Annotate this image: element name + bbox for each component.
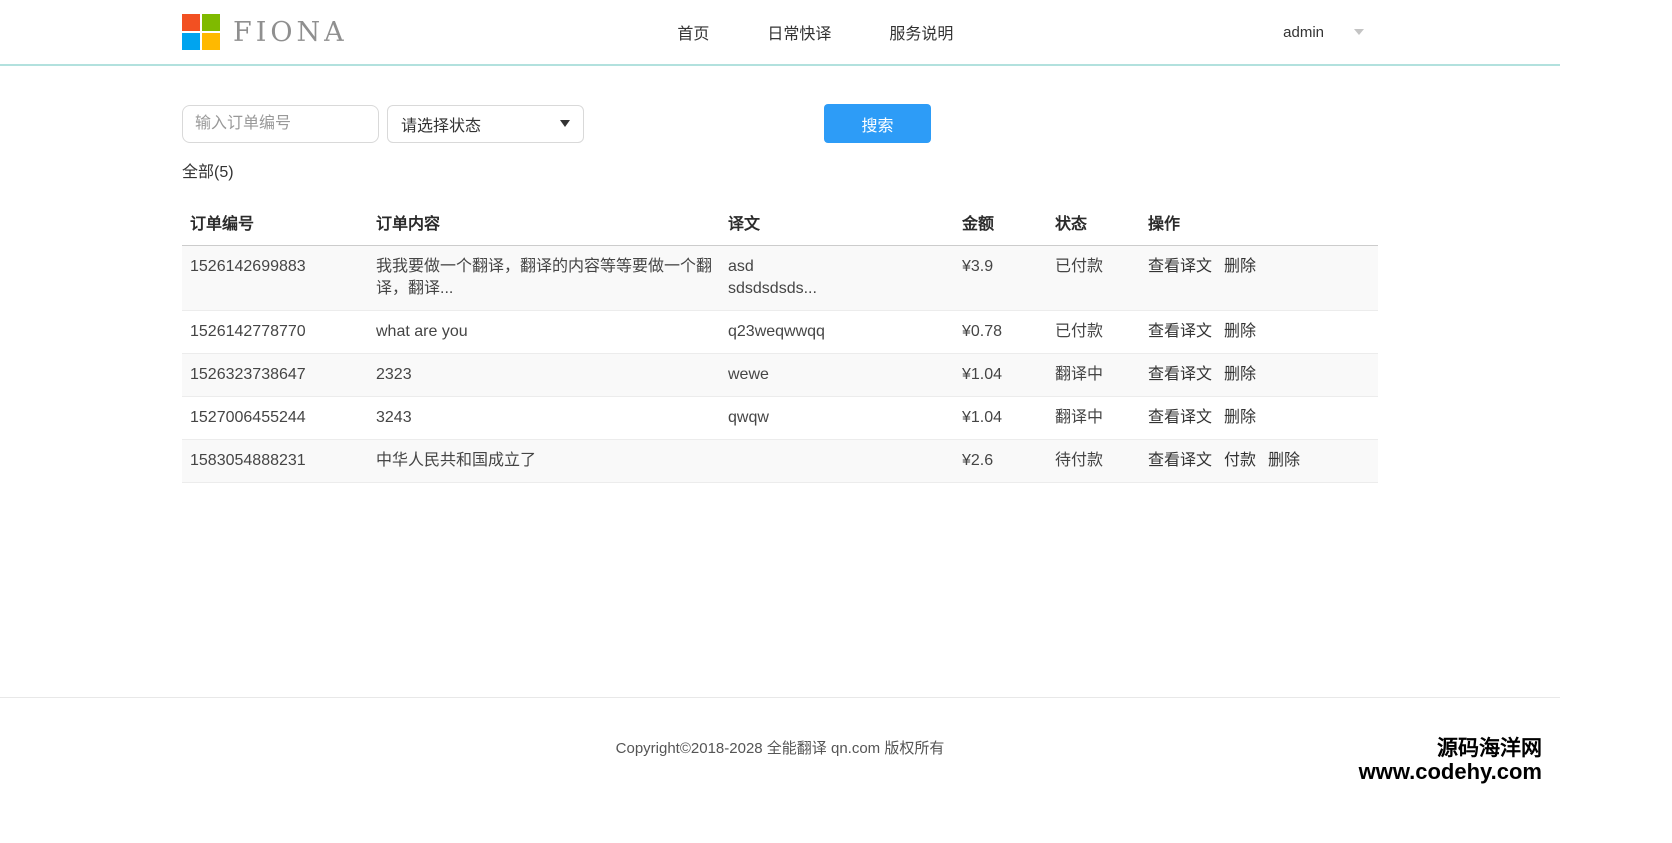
cell-order-content: 中华人民共和国成立了 [368, 440, 720, 483]
user-dropdown[interactable]: admin [1283, 24, 1378, 41]
nav-item-daily-translation[interactable]: 日常快译 [767, 20, 831, 44]
username-label: admin [1283, 24, 1324, 41]
cell-order-content: 3243 [368, 397, 720, 440]
search-button[interactable]: 搜索 [824, 104, 931, 143]
order-table: 订单编号 订单内容 译文 金额 状态 操作 1526142699883 我我要做… [182, 204, 1378, 483]
cell-order-no: 1527006455244 [182, 397, 368, 440]
table-row: 1526323738647 2323 wewe ¥1.04 翻译中 查看译文删除 [182, 354, 1378, 397]
order-action-view-translation[interactable]: 查看译文 [1148, 452, 1212, 469]
cell-status: 已付款 [1047, 311, 1140, 354]
cell-order-content: 我我要做一个翻译，翻译的内容等等要做一个翻译，翻译... [368, 246, 720, 311]
navbar: FIONA 首页 日常快译 服务说明 admin [0, 0, 1560, 66]
col-header-amount: 金额 [954, 204, 1047, 246]
cell-actions: 查看译文删除 [1140, 354, 1378, 397]
col-header-order-no: 订单编号 [182, 204, 368, 246]
status-select-value: 请选择状态 [401, 112, 481, 136]
cell-status: 翻译中 [1047, 354, 1140, 397]
select-caret-icon [560, 120, 570, 127]
cell-amount: ¥1.04 [954, 397, 1047, 440]
chevron-down-icon [1354, 29, 1364, 35]
table-row: 1526142778770 what are you q23weqwwqq ¥0… [182, 311, 1378, 354]
nav-item-home[interactable]: 首页 [677, 20, 709, 44]
table-row: 1583054888231 中华人民共和国成立了 ¥2.6 待付款 查看译文付款… [182, 440, 1378, 483]
order-action-delete[interactable]: 删除 [1268, 452, 1300, 469]
order-action-delete[interactable]: 删除 [1224, 366, 1256, 383]
cell-status: 翻译中 [1047, 397, 1140, 440]
cell-order-no: 1526142699883 [182, 246, 368, 311]
order-table-body: 1526142699883 我我要做一个翻译，翻译的内容等等要做一个翻译，翻译.… [182, 246, 1378, 483]
cell-actions: 查看译文删除 [1140, 246, 1378, 311]
main-nav: 首页 日常快译 服务说明 [348, 20, 1283, 44]
site-watermark: 源码海洋网 www.codehy.com [1359, 737, 1542, 783]
cell-actions: 查看译文删除 [1140, 311, 1378, 354]
table-header-row: 订单编号 订单内容 译文 金额 状态 操作 [182, 204, 1378, 246]
col-header-content: 订单内容 [368, 204, 720, 246]
cell-amount: ¥1.04 [954, 354, 1047, 397]
cell-amount: ¥2.6 [954, 440, 1047, 483]
order-action-delete[interactable]: 删除 [1224, 258, 1256, 275]
cell-status: 待付款 [1047, 440, 1140, 483]
logo-square-red [182, 14, 200, 31]
cell-order-no: 1526142778770 [182, 311, 368, 354]
cell-amount: ¥0.78 [954, 311, 1047, 354]
footer: Copyright©2018-2028 全能翻译 qn.com 版权所有 [0, 697, 1560, 759]
cell-order-no: 1526323738647 [182, 354, 368, 397]
cell-order-content: what are you [368, 311, 720, 354]
cell-amount: ¥3.9 [954, 246, 1047, 311]
watermark-site-url: www.codehy.com [1359, 760, 1542, 783]
col-header-translation: 译文 [720, 204, 954, 246]
cell-translation: q23weqwwqq [720, 311, 954, 354]
cell-order-content: 2323 [368, 354, 720, 397]
status-select[interactable]: 请选择状态 [387, 105, 584, 143]
order-action-view-translation[interactable]: 查看译文 [1148, 258, 1212, 275]
cell-actions: 查看译文付款删除 [1140, 440, 1378, 483]
cell-order-no: 1583054888231 [182, 440, 368, 483]
order-action-delete[interactable]: 删除 [1224, 409, 1256, 426]
cell-translation: asd sdsdsdsds... [720, 246, 954, 311]
cell-translation [720, 440, 954, 483]
main-content: 请选择状态 搜索 全部(5) 订单编号 订单内容 译文 金额 状态 操作 [182, 104, 1378, 483]
order-action-view-translation[interactable]: 查看译文 [1148, 366, 1212, 383]
col-header-actions: 操作 [1140, 204, 1378, 246]
brand-logo[interactable]: FIONA [182, 14, 348, 50]
cell-translation: qwqw [720, 397, 954, 440]
cell-status: 已付款 [1047, 246, 1140, 311]
four-squares-logo-icon [182, 14, 220, 50]
brand-name: FIONA [233, 17, 348, 48]
search-bar: 请选择状态 搜索 [182, 104, 1378, 143]
total-count-label: 全部(5) [182, 164, 1378, 182]
table-row: 1526142699883 我我要做一个翻译，翻译的内容等等要做一个翻译，翻译.… [182, 246, 1378, 311]
logo-square-blue [182, 33, 200, 50]
table-row: 1527006455244 3243 qwqw ¥1.04 翻译中 查看译文删除 [182, 397, 1378, 440]
page-wrapper: FIONA 首页 日常快译 服务说明 admin 请选择状态 搜索 全部(5) [0, 0, 1560, 759]
order-action-delete[interactable]: 删除 [1224, 323, 1256, 340]
watermark-site-name: 源码海洋网 [1359, 737, 1542, 760]
cell-actions: 查看译文删除 [1140, 397, 1378, 440]
order-action-view-translation[interactable]: 查看译文 [1148, 323, 1212, 340]
order-action-pay[interactable]: 付款 [1224, 452, 1256, 469]
cell-translation: wewe [720, 354, 954, 397]
copyright-text: Copyright©2018-2028 全能翻译 qn.com 版权所有 [0, 698, 1560, 759]
nav-item-service-info[interactable]: 服务说明 [889, 20, 953, 44]
order-action-view-translation[interactable]: 查看译文 [1148, 409, 1212, 426]
col-header-status: 状态 [1047, 204, 1140, 246]
order-number-input[interactable] [182, 105, 379, 143]
logo-square-yellow [202, 33, 220, 50]
logo-square-green [202, 14, 220, 31]
